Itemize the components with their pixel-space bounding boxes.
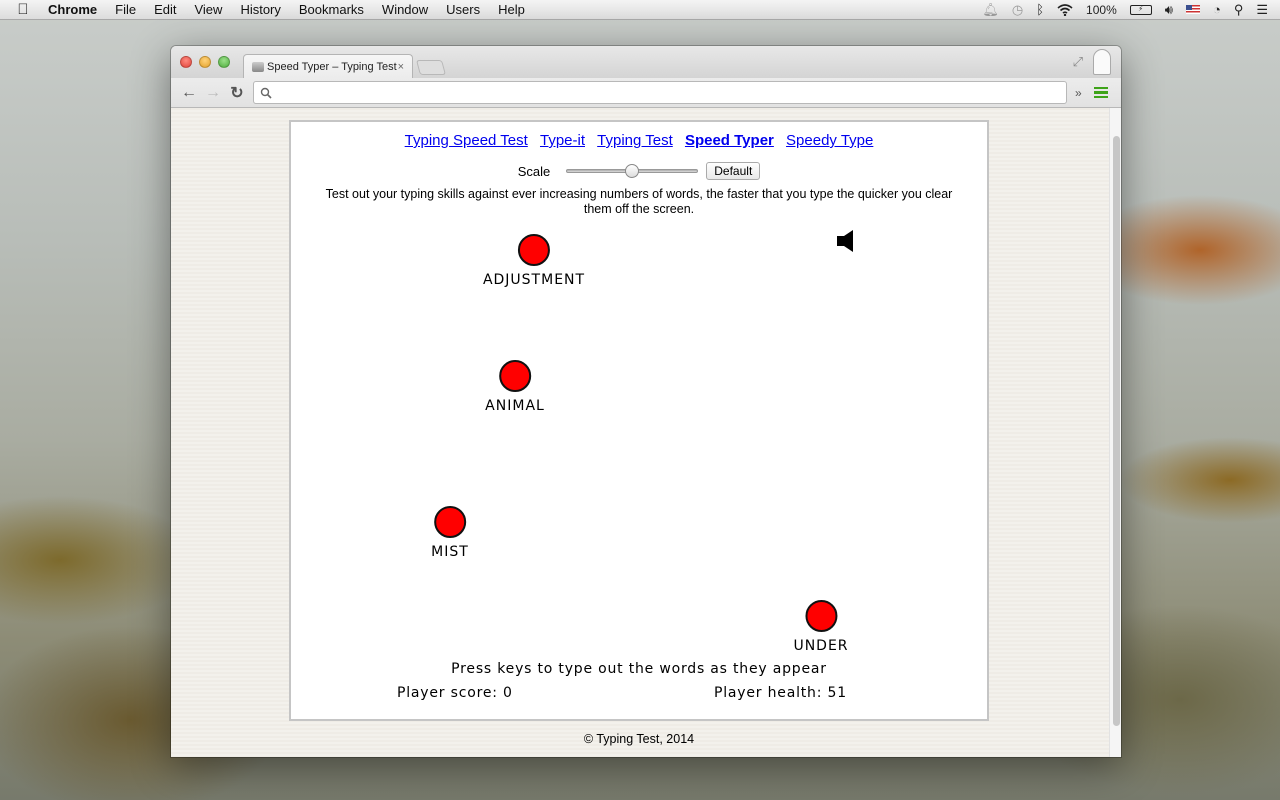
clock-icon[interactable]: ◔ — [1213, 2, 1221, 17]
volume-icon[interactable]: 🔊︎ — [1165, 2, 1173, 18]
title-bar: Speed Typer – Typing Test × ⤢ — [171, 46, 1121, 78]
scale-slider-knob[interactable] — [625, 164, 640, 178]
word-dot — [434, 506, 466, 538]
page-viewport: Typing Speed Test Type-it Typing Test Sp… — [171, 108, 1121, 757]
nav-link-typing-test[interactable]: Typing Test — [597, 132, 673, 149]
extensions-overflow-icon[interactable]: » — [1075, 86, 1082, 100]
notification-bell-icon[interactable]: 🔔︎ — [982, 2, 999, 18]
spotlight-search-icon[interactable]: ⚲ — [1234, 2, 1244, 18]
address-bar[interactable] — [253, 81, 1067, 104]
browser-toolbar: ← → ↻ » — [171, 78, 1121, 108]
player-health: Player health: 51 — [714, 685, 847, 701]
word-dot — [498, 360, 531, 392]
menu-edit[interactable]: Edit — [145, 2, 185, 17]
vertical-scrollbar[interactable] — [1109, 108, 1121, 757]
nav-link-speed-typer[interactable]: Speed Typer — [685, 132, 774, 149]
us-flag-icon[interactable] — [1185, 5, 1200, 14]
forward-arrow-icon[interactable]: → — [201, 84, 225, 102]
close-window-button[interactable] — [180, 56, 192, 68]
falling-word: ANIMAL — [485, 360, 545, 414]
menu-app-name[interactable]: Chrome — [46, 2, 106, 17]
tab-speed-typer[interactable]: Speed Typer – Typing Test × — [243, 54, 413, 78]
scale-slider[interactable] — [566, 164, 699, 178]
scrollbar-thumb[interactable] — [1113, 136, 1120, 726]
word-label: UNDER — [793, 638, 849, 654]
scale-control: Scale Default — [291, 162, 987, 180]
battery-icon[interactable]: ⚡︎ — [1129, 4, 1152, 15]
minimize-window-button[interactable] — [199, 56, 211, 68]
zoom-window-button[interactable] — [218, 56, 230, 68]
game-area[interactable]: ADJUSTMENT ANIMAL MIST UNDER — [291, 222, 987, 662]
back-arrow-icon[interactable]: ← — [177, 84, 201, 102]
tab-title: Speed Typer – Typing Test — [267, 60, 397, 73]
falling-word: ADJUSTMENT — [483, 234, 585, 288]
bluetooth-icon[interactable]: ᛒ — [1036, 2, 1044, 17]
instructions-text: Press keys to type out the words as they… — [451, 661, 827, 677]
speaker-icon[interactable] — [836, 229, 856, 253]
fullscreen-icon[interactable]: ⤢ — [1073, 54, 1083, 70]
reload-icon[interactable]: ↻ — [225, 83, 249, 103]
falling-word: MIST — [431, 506, 469, 560]
menu-bar:  Chrome File Edit View History Bookmark… — [0, 0, 1280, 20]
word-label: MIST — [431, 544, 469, 560]
page-footer: © Typing Test, 2014 — [583, 732, 695, 746]
scale-label: Scale — [517, 163, 551, 179]
browser-window: Speed Typer – Typing Test × ⤢ ← → ↻ » Ty… — [171, 46, 1121, 757]
word-dot — [518, 234, 550, 266]
word-dot — [804, 600, 837, 632]
window-controls — [180, 56, 230, 68]
site-nav: Typing Speed Test Type-it Typing Test Sp… — [291, 132, 987, 149]
game-container: Typing Speed Test Type-it Typing Test Sp… — [289, 120, 989, 721]
profile-avatar-icon[interactable] — [1093, 49, 1111, 75]
nav-link-speedy-type[interactable]: Speedy Type — [786, 132, 873, 149]
menu-history[interactable]: History — [231, 2, 289, 17]
default-scale-button[interactable]: Default — [706, 162, 761, 180]
word-label: ADJUSTMENT — [482, 272, 586, 288]
status-area: 🔔︎ ◷ ᛒ 100% ⚡︎ 🔊︎ ◔ ⚲ ☰ — [982, 2, 1280, 18]
chrome-menu-icon[interactable] — [1093, 86, 1108, 99]
battery-percent: 100% — [1086, 2, 1117, 17]
player-score: Player score: 0 — [397, 685, 513, 701]
notification-center-icon[interactable]: ☰ — [1256, 2, 1268, 18]
wifi-icon[interactable] — [1057, 3, 1073, 16]
menu-file[interactable]: File — [106, 2, 145, 17]
menu-users[interactable]: Users — [437, 2, 489, 17]
menu-window[interactable]: Window — [373, 2, 437, 17]
word-label: ANIMAL — [485, 398, 545, 414]
apple-icon[interactable]:  — [0, 1, 46, 18]
menu-help[interactable]: Help — [489, 2, 534, 17]
search-icon — [260, 87, 272, 99]
nav-link-type-it[interactable]: Type-it — [540, 132, 585, 149]
nav-link-typing-speed-test[interactable]: Typing Speed Test — [405, 132, 528, 149]
falling-word: UNDER — [793, 600, 848, 654]
menu-view[interactable]: View — [185, 2, 231, 17]
tab-close-icon[interactable]: × — [398, 61, 404, 73]
menu-bookmarks[interactable]: Bookmarks — [290, 2, 373, 17]
new-tab-button[interactable] — [415, 60, 447, 75]
typewriter-favicon-icon — [252, 61, 264, 72]
time-machine-icon[interactable]: ◷ — [1012, 2, 1023, 18]
game-description: Test out your typing skills against ever… — [325, 187, 953, 216]
